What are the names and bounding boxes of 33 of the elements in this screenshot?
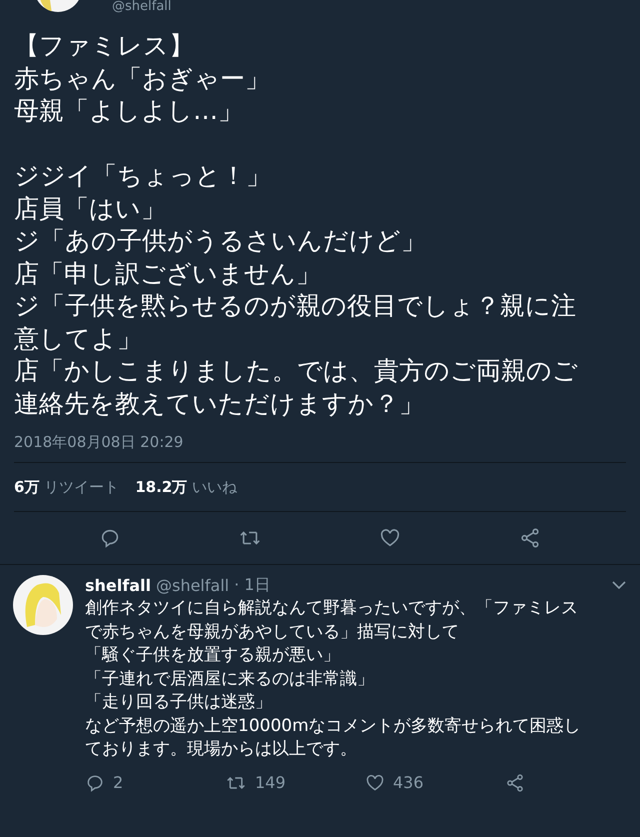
user-handle[interactable]: @shelfall [112,0,172,13]
tweet-text-line: 店「かしこまりました。では、貴方のご両親のご [14,355,578,387]
reply-text-line: 「子連れで居酒屋に来るのは非常識」 [85,668,374,690]
share-icon[interactable] [505,772,525,792]
action-count: 436 [393,773,424,792]
tweet-text-line: ジジイ「ちょっと！」 [14,160,271,192]
stat-count[interactable]: 6万 リツイート [14,478,120,496]
tweet-text-line: 連絡先を教えていただけますか？」 [14,388,424,420]
reply-text-line: 「騒ぐ子供を放置する親が悪い」 [85,644,340,667]
reply-text-line: 「走り回る子供は迷惑」 [85,691,272,714]
reply-text-line: 創作ネタツイに自ら解説なんて野暮ったいですが、「ファミレス [85,597,578,620]
avatar[interactable] [13,575,73,635]
reply-text-line: ております。現場からは以上です。 [85,738,357,761]
timestamp: 2018年08月08日 20:29 [14,432,184,453]
tweet-text-line: 店員「はい」 [14,192,166,224]
tweet-text-line: ジ「あの子供がうるさいんだけど」 [14,225,426,257]
tweet-time: · 1日 [234,574,270,596]
action-count: 149 [255,773,286,792]
reply-icon[interactable] [85,772,105,792]
tweet-text-line: 意してよ」 [14,322,142,354]
tweet-text-line: 赤ちゃん「おぎゃー」 [14,62,270,94]
action-count: 2 [113,773,124,792]
chevron-down-icon[interactable] [612,581,626,589]
user-handle[interactable]: @shelfall [156,576,230,594]
reply-text-line: など予想の遥か上空10000mなコメントが多数寄せられて困惑し [85,714,581,738]
reply-text-line: で赤ちゃんを母親があやしている」描写に対して [85,620,459,644]
tweet-text-line: 店「申し訳ございません」 [14,258,321,290]
tweet-text-line: 【ファミレス】 [14,30,194,62]
stat-count[interactable]: 18.2万 いいね [135,478,238,496]
user-name[interactable]: shelfall [85,576,151,594]
tweet-text-line: 母親「よしよし…」 [14,95,243,127]
tweet-text-line: ジ「子供を黙らせるのが親の役目でしょ？親に注 [14,290,576,322]
heart-icon[interactable] [365,772,385,792]
